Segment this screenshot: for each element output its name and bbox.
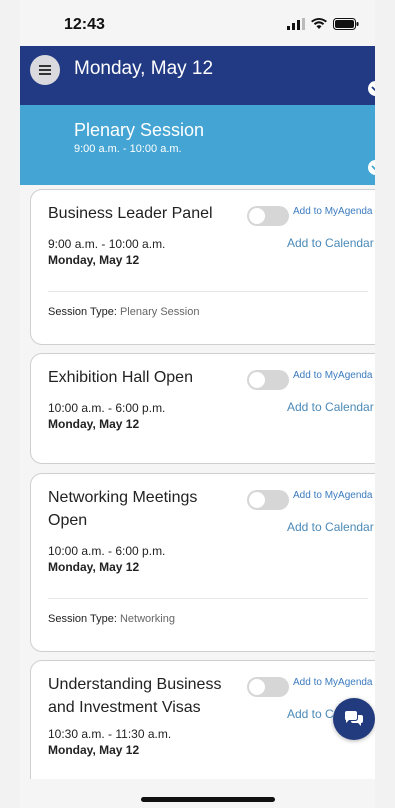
session-card[interactable]: Understanding Business and Investment Vi… [30,660,375,779]
session-title: Plenary Session [74,120,205,140]
home-bar [20,779,375,808]
session-type-value: Networking [119,613,175,625]
card-time: 10:00 a.m. - 6:00 p.m. [48,401,166,415]
card-day: Monday, May 12 [48,253,140,267]
card-day: Monday, May 12 [48,417,140,431]
chat-icon [345,711,363,726]
chevron-down-icon[interactable] [368,160,375,175]
card-day: Monday, May 12 [48,560,140,574]
chat-button[interactable] [333,698,375,740]
chevron-down-icon[interactable] [368,81,375,96]
status-icons [287,18,359,30]
add-myagenda-label[interactable]: Add to MyAgenda [293,370,373,381]
session-list[interactable]: Business Leader Panel 9:00 a.m. - 10:00 … [20,185,375,779]
divider [48,598,368,599]
myagenda-toggle[interactable] [247,370,289,390]
add-calendar-link[interactable]: Add to Calendar [287,400,374,414]
card-title[interactable]: Exhibition Hall Open [48,366,228,389]
session-card[interactable]: Exhibition Hall Open 10:00 a.m. - 6:00 p… [30,353,375,464]
add-calendar-link[interactable]: Add to C [287,707,334,721]
session-type-value: Plenary Session [119,306,200,318]
divider [48,291,368,292]
session-type: Session Type: Plenary Session [48,306,199,318]
home-indicator[interactable] [141,797,275,802]
myagenda-toggle[interactable] [247,677,289,697]
add-calendar-link[interactable]: Add to Calendar [287,520,374,534]
card-day: Monday, May 12 [48,743,140,757]
myagenda-toggle[interactable] [247,490,289,510]
session-time: 9:00 a.m. - 10:00 a.m. [74,143,182,155]
myagenda-toggle[interactable] [247,206,289,226]
session-header[interactable]: Plenary Session 9:00 a.m. - 10:00 a.m. [20,105,375,185]
session-card[interactable]: Networking Meetings Open 10:00 a.m. - 6:… [30,473,375,652]
add-myagenda-label[interactable]: Add to MyAgenda [293,677,373,688]
phone-screen: 12:43 Monday, May 12 Plenary Session 9:0… [20,0,375,808]
add-myagenda-label[interactable]: Add to MyAgenda [293,206,373,217]
add-calendar-link[interactable]: Add to Calendar [287,236,374,250]
hamburger-icon [39,65,51,75]
session-card[interactable]: Business Leader Panel 9:00 a.m. - 10:00 … [30,189,375,345]
card-time: 10:00 a.m. - 6:00 p.m. [48,544,166,558]
session-type: Session Type: Networking [48,613,175,625]
card-title[interactable]: Networking Meetings Open [48,486,228,532]
battery-icon [333,18,359,30]
session-type-label: Session Type: [48,306,117,318]
add-myagenda-label[interactable]: Add to MyAgenda [293,490,373,501]
card-title[interactable]: Understanding Business and Investment Vi… [48,673,228,719]
status-time: 12:43 [64,16,105,33]
card-title[interactable]: Business Leader Panel [48,202,228,225]
card-time: 9:00 a.m. - 10:00 a.m. [48,237,166,251]
day-title: Monday, May 12 [74,58,214,79]
signal-icon [287,18,305,30]
session-type-label: Session Type: [48,613,117,625]
day-header[interactable]: Monday, May 12 [20,46,375,105]
wifi-icon [311,18,327,29]
status-bar: 12:43 [20,0,375,46]
card-time: 10:30 a.m. - 11:30 a.m. [48,727,172,741]
menu-button[interactable] [30,55,60,85]
